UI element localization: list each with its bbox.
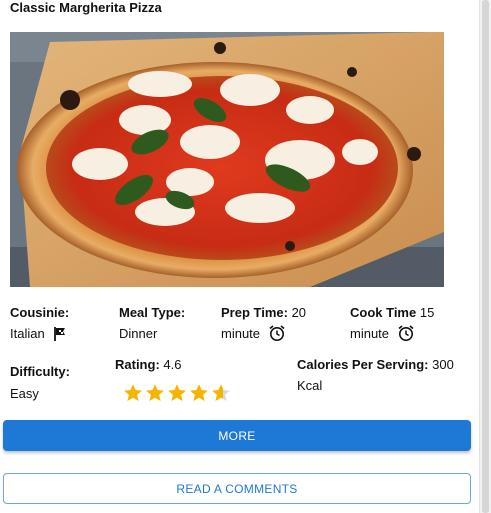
prep-time-unit: minute [221,326,261,341]
recipe-title: Classic Margherita Pizza [10,0,162,15]
prep-time-row: Prep Time: 20 [221,303,306,323]
difficulty-label: Difficulty: [10,364,70,379]
star-icon [168,384,186,401]
scrollbar[interactable] [479,0,491,513]
star-icon [146,384,164,401]
meal-type-label: Meal Type: [119,305,186,320]
rating-stars [123,383,231,403]
cuisine-value-row: Italian [10,324,68,348]
alarm-clock-icon [397,324,415,348]
star-icon [124,384,142,401]
read-comments-button[interactable]: READ A COMMENTS [3,473,471,504]
rating-value: 4.6 [163,357,182,372]
recipe-card: Classic Margherita Pizza Cousinie: Itali… [0,0,480,513]
more-button[interactable]: MORE [3,420,471,451]
alarm-clock-icon [268,324,286,348]
scrollbar-thumb[interactable] [482,0,489,513]
pizza-photo [10,32,444,287]
cook-time-unit-row: minute [350,324,415,348]
cook-time-unit: minute [350,326,390,341]
meal-type-value: Dinner [119,326,158,341]
cook-time-value: 15 [419,305,435,320]
calories-label: Calories Per Serving: [297,357,429,372]
cuisine-value: Italian [10,326,45,341]
prep-time-unit-row: minute [221,324,286,348]
flag-icon [52,326,68,348]
star-icon [190,384,208,401]
prep-time-value: 20 [291,305,307,320]
calories-value: 300 [432,357,454,372]
calories-unit: Kcal [297,378,323,393]
cook-time-label: Cook Time [350,305,417,320]
difficulty-value: Easy [10,386,39,401]
star-icon [212,384,230,401]
calories-row: Calories Per Serving: 300 [297,355,454,375]
rating-row: Rating: 4.6 [115,355,181,375]
rating-label: Rating: [115,357,160,372]
cuisine-label: Cousinie: [10,305,70,320]
cook-time-row: Cook Time 15 [350,303,434,323]
prep-time-label: Prep Time: [221,305,288,320]
